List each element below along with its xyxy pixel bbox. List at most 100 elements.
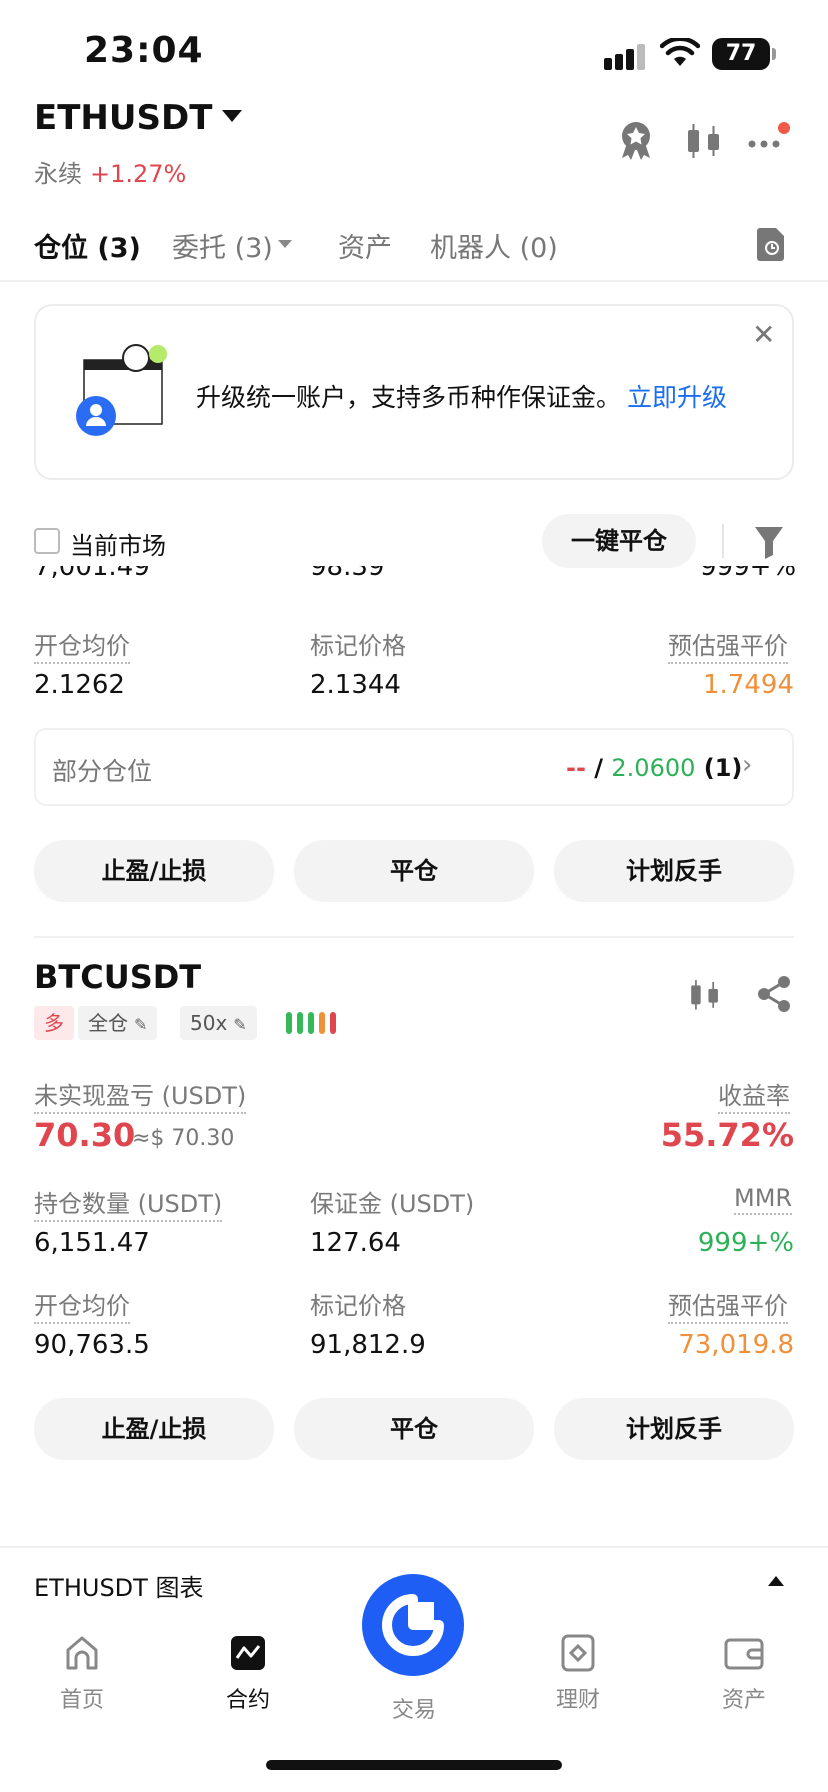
edit-pencil-icon: ✎ <box>233 1015 247 1034</box>
side-long-badge: 多 <box>34 1006 74 1040</box>
tabs-divider <box>0 280 828 282</box>
margin-mode-badge[interactable]: 全仓 ✎ <box>78 1006 158 1040</box>
eth-mark-price-label: 标记价格 <box>310 632 406 660</box>
mmr-label[interactable]: MMR <box>734 1184 793 1215</box>
current-market-checkbox[interactable] <box>34 528 60 554</box>
btc-candlestick-chart-icon[interactable] <box>686 974 724 1014</box>
more-menu-icon[interactable] <box>746 118 790 162</box>
partial-dash: -- <box>566 754 586 782</box>
status-time: 23:04 <box>84 30 204 71</box>
position-separator <box>34 936 794 938</box>
roe-label[interactable]: 收益率 <box>718 1076 790 1114</box>
eth-liq-price: 1.7494 <box>703 670 794 700</box>
home-indicator <box>266 1760 562 1770</box>
eth-margin-value-cut: 98.39 <box>310 566 385 582</box>
nav-earn-label: 理财 <box>555 1688 600 1713</box>
upnl-label[interactable]: 未实现盈亏 (USDT) <box>34 1076 247 1114</box>
filter-icon[interactable] <box>754 524 784 560</box>
edit-pencil-icon: ✎ <box>134 1015 148 1034</box>
leverage-badge[interactable]: 50x ✎ <box>180 1006 257 1040</box>
btc-mark-price-label: 标记价格 <box>310 1292 406 1320</box>
nav-trade-label[interactable]: 交易 <box>354 1692 474 1724</box>
btc-liq-price-label[interactable]: 预估强平价 <box>668 1286 788 1324</box>
contract-type: 永续 <box>34 160 82 188</box>
tab-assets[interactable]: 资产 <box>338 226 392 265</box>
eth-liq-price-label[interactable]: 预估强平价 <box>668 626 788 664</box>
nav-earn[interactable]: 理财 <box>518 1634 638 1714</box>
partial-position-value: -- / 2.0600 (1) <box>566 754 742 782</box>
award-badge-icon[interactable] <box>614 118 658 162</box>
partial-price: 2.0600 <box>611 754 696 782</box>
history-document-icon[interactable] <box>756 226 788 262</box>
eth-entry-price: 2.1262 <box>34 670 125 700</box>
current-market-label[interactable]: 当前市场 <box>70 526 166 561</box>
unified-account-illustration-icon <box>76 344 167 436</box>
margin-mode-label: 全仓 <box>88 1011 128 1035</box>
eth-reverse-button[interactable]: 计划反手 <box>554 840 794 902</box>
position-margin: 127.64 <box>310 1228 401 1258</box>
wallet-icon <box>724 1638 764 1670</box>
margin-label: 保证金 (USDT) <box>310 1190 475 1218</box>
mmr-value: 999+% <box>697 1228 794 1258</box>
eth-mark-price: 2.1344 <box>310 670 401 700</box>
wifi-icon <box>660 38 700 66</box>
tab-orders-caret-icon[interactable] <box>278 240 292 248</box>
btc-entry-price: 90,763.5 <box>34 1330 150 1360</box>
caret-up-icon[interactable] <box>768 1576 784 1586</box>
banner-message: 升级统一账户，支持多币种作保证金。 立即升级 <box>196 378 727 414</box>
candlestick-chart-icon[interactable] <box>682 118 726 162</box>
btc-close-button[interactable]: 平仓 <box>294 1398 534 1460</box>
eth-size-value-cut: 7,001.49 <box>34 566 150 582</box>
nav-trade-button[interactable] <box>362 1574 464 1676</box>
size-label[interactable]: 持仓数量 (USDT) <box>34 1184 223 1222</box>
nav-assets[interactable]: 资产 <box>684 1634 804 1714</box>
filter-divider <box>722 524 724 558</box>
position-size: 6,151.47 <box>34 1228 150 1258</box>
btc-entry-price-label[interactable]: 开仓均价 <box>34 1286 130 1324</box>
eth-entry-price-label[interactable]: 开仓均价 <box>34 626 130 664</box>
banner-close-icon[interactable]: ✕ <box>752 318 775 351</box>
nav-assets-label: 资产 <box>721 1688 766 1713</box>
btc-symbol[interactable]: BTCUSDT <box>34 958 201 996</box>
risk-level-bars-icon <box>286 1012 341 1038</box>
nav-home-label: 首页 <box>59 1688 104 1713</box>
eth-close-button[interactable]: 平仓 <box>294 840 534 902</box>
tab-bots[interactable]: 机器人 (0) <box>430 226 558 265</box>
tab-orders[interactable]: 委托 (3) <box>172 226 273 265</box>
futures-icon <box>231 1636 265 1670</box>
nav-futures-label: 合约 <box>225 1688 270 1713</box>
price-change: +1.27% <box>90 160 187 188</box>
roe-value: 55.72% <box>660 1116 794 1154</box>
cellular-signal-icon <box>604 44 648 70</box>
chart-bar-divider <box>0 1546 828 1548</box>
eth-tpsl-button[interactable]: 止盈/止损 <box>34 840 274 902</box>
btc-tpsl-button[interactable]: 止盈/止损 <box>34 1398 274 1460</box>
chevron-right-icon[interactable]: › <box>742 750 752 780</box>
btc-liq-price: 73,019.8 <box>678 1330 794 1360</box>
symbol-subtitle: 永续 +1.27% <box>34 154 186 189</box>
leverage-label: 50x <box>190 1011 228 1035</box>
partial-count: (1) <box>703 754 743 782</box>
earn-icon <box>561 1634 595 1672</box>
eth-mmr-value-cut: 999+% <box>700 566 797 582</box>
btc-reverse-button[interactable]: 计划反手 <box>554 1398 794 1460</box>
banner-text: 升级统一账户，支持多币种作保证金。 <box>196 383 622 412</box>
nav-home[interactable]: 首页 <box>22 1634 142 1714</box>
battery-icon: 77 <box>712 38 770 70</box>
share-icon[interactable] <box>756 974 792 1014</box>
upgrade-now-link[interactable]: 立即升级 <box>627 383 727 412</box>
tab-positions[interactable]: 仓位 (3) <box>34 226 141 265</box>
caret-down-icon[interactable] <box>222 110 242 122</box>
unrealized-pnl-usd: ≈$ 70.30 <box>132 1126 235 1151</box>
partial-position-label: 部分仓位 <box>52 757 153 786</box>
chart-toggle-label[interactable]: ETHUSDT 图表 <box>34 1568 203 1603</box>
unrealized-pnl: 70.30 <box>34 1116 136 1154</box>
home-icon <box>66 1636 98 1670</box>
partial-slash: / <box>594 754 604 782</box>
battery-tip <box>772 48 776 60</box>
trade-icon <box>382 1594 444 1656</box>
btc-mark-price: 91,812.9 <box>310 1330 426 1360</box>
symbol-title[interactable]: ETHUSDT <box>34 98 212 138</box>
nav-futures[interactable]: 合约 <box>188 1634 308 1714</box>
close-all-button[interactable]: 一键平仓 <box>542 514 696 568</box>
